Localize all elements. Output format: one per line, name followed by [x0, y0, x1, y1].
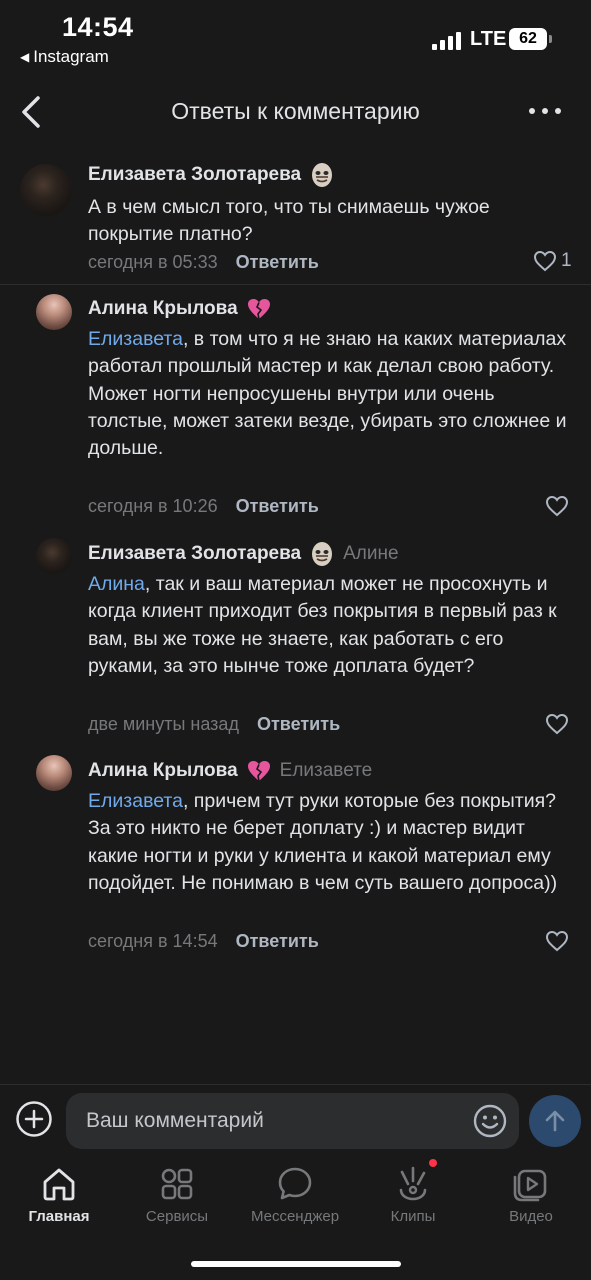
add-attachment-button[interactable] [14, 1099, 54, 1139]
author-name[interactable]: Алина Крылова [88, 760, 238, 782]
avatar[interactable] [36, 755, 72, 791]
home-indicator [191, 1261, 401, 1267]
network-type: LTE [470, 28, 507, 50]
comment-item: Алина Крылова Елизавета, в том что я не … [0, 284, 591, 529]
like-button[interactable] [545, 930, 569, 952]
comment-text: Алина, так и ваш материал может не просо… [88, 571, 568, 680]
like-button[interactable] [545, 495, 569, 517]
signal-icon [432, 30, 462, 50]
battery-icon: 62 [509, 28, 547, 50]
avatar[interactable] [36, 538, 72, 574]
like-button[interactable] [545, 713, 569, 735]
nav-header: Ответы к комментарию [0, 76, 591, 146]
tab-services[interactable]: Сервисы [118, 1156, 236, 1236]
back-app-label: Instagram [33, 47, 109, 66]
tab-video[interactable]: Видео [472, 1156, 590, 1236]
smile-icon [473, 1104, 507, 1138]
tab-label: Главная [28, 1208, 90, 1225]
like-count: 1 [561, 250, 572, 271]
reply-button[interactable]: Ответить [236, 931, 319, 952]
comment-item: Елизавета Золотарева Алине Алина, так и … [0, 529, 591, 747]
back-triangle-icon: ◀ [20, 50, 30, 64]
status-time: 14:54 [62, 12, 134, 42]
page-title: Ответы к комментарию [171, 98, 420, 124]
broken-heart-emoji-icon [247, 761, 270, 782]
reply-to-label[interactable]: Алине [343, 543, 398, 565]
heart-outline-icon [533, 250, 557, 272]
emoji-picker-button[interactable] [472, 1103, 508, 1139]
author-name[interactable]: Елизавета Золотарева [88, 543, 301, 565]
services-icon [161, 1168, 193, 1200]
like-button[interactable]: 1 [533, 250, 572, 272]
tab-label: Видео [509, 1208, 553, 1225]
notification-dot [429, 1159, 437, 1167]
comment-text: Елизавета, в том что я не знаю на каких … [88, 326, 568, 462]
more-dot-icon [542, 108, 548, 114]
heart-outline-icon [545, 713, 569, 735]
back-to-app[interactable]: ◀ Instagram [20, 47, 109, 67]
more-options-button[interactable] [525, 96, 565, 126]
tab-label: Сервисы [145, 1208, 209, 1225]
reply-button[interactable]: Ответить [257, 714, 340, 735]
heart-outline-icon [545, 495, 569, 517]
clips-icon [399, 1166, 427, 1201]
comment-text: Елизавета, причем тут руки которые без п… [88, 788, 568, 897]
comment-input-bar [0, 1084, 591, 1156]
comment-item: Елизавета Золотарева А в чем смысл того,… [0, 146, 591, 284]
comment-body: А в чем смысл того, что ты снимаешь чужо… [88, 196, 490, 246]
comment-input[interactable] [66, 1093, 519, 1149]
mention-link[interactable]: Елизавета [88, 790, 183, 812]
comment-text: А в чем смысл того, что ты снимаешь чужо… [88, 194, 568, 249]
tab-messenger[interactable]: Мессенджер [236, 1156, 354, 1236]
comment-time: две минуты назад [88, 714, 239, 734]
battery-tip [549, 35, 552, 43]
mention-link[interactable]: Елизавета [88, 328, 183, 350]
tab-label: Мессенджер [250, 1208, 340, 1225]
author-name[interactable]: Елизавета Золотарева [88, 164, 301, 186]
arrow-up-icon [545, 1110, 565, 1132]
more-dot-icon [529, 108, 535, 114]
comment-body: , так и ваш материал может не просохнуть… [88, 573, 557, 677]
reply-to-label[interactable]: Елизавете [280, 760, 373, 782]
status-bar: 14:54 ◀ Instagram LTE 62 [0, 0, 591, 76]
home-icon [43, 1168, 75, 1201]
reply-button[interactable]: Ответить [236, 252, 319, 273]
tab-label: Клипы [390, 1208, 436, 1225]
avatar[interactable] [20, 164, 72, 216]
broken-heart-emoji-icon [247, 299, 270, 320]
comment-item: Алина Крылова Елизавете Елизавета, приче… [0, 746, 591, 976]
video-icon [513, 1169, 547, 1202]
tab-home[interactable]: Главная [0, 1156, 118, 1236]
skull-face-emoji-icon [312, 542, 333, 566]
send-button[interactable] [529, 1095, 581, 1147]
reply-button[interactable]: Ответить [236, 496, 319, 517]
comment-time: сегодня в 10:26 [88, 496, 218, 516]
avatar[interactable] [36, 294, 72, 330]
more-dot-icon [555, 108, 561, 114]
heart-outline-icon [545, 930, 569, 952]
messenger-icon [278, 1167, 312, 1200]
comment-time: сегодня в 14:54 [88, 931, 218, 951]
tab-clips[interactable]: Клипы [354, 1156, 472, 1236]
skull-face-emoji-icon [312, 163, 333, 187]
comment-time: сегодня в 05:33 [88, 252, 218, 272]
mention-link[interactable]: Алина [88, 573, 145, 595]
author-name[interactable]: Алина Крылова [88, 298, 238, 320]
plus-circle-icon [16, 1101, 52, 1137]
